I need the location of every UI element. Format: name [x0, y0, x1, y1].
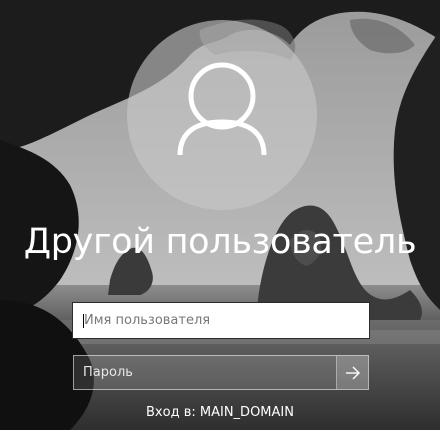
user-silhouette-icon: [177, 62, 267, 156]
domain-name: MAIN_DOMAIN: [199, 405, 294, 420]
user-avatar: [127, 20, 317, 210]
user-display-name: Другой пользователь: [23, 222, 417, 262]
password-input[interactable]: [74, 356, 336, 389]
username-input[interactable]: [75, 305, 367, 336]
username-field-container: [72, 302, 370, 339]
sign-in-label: Вход в:: [146, 405, 196, 420]
lock-screen: Другой пользователь Вход в: MAIN_DOMAIN: [0, 0, 440, 430]
password-field-container: [73, 355, 369, 390]
arrow-right-icon: [345, 366, 360, 379]
sign-in-domain-text: Вход в: MAIN_DOMAIN: [0, 405, 440, 420]
text-caret: [83, 314, 84, 328]
submit-button[interactable]: [336, 356, 368, 389]
